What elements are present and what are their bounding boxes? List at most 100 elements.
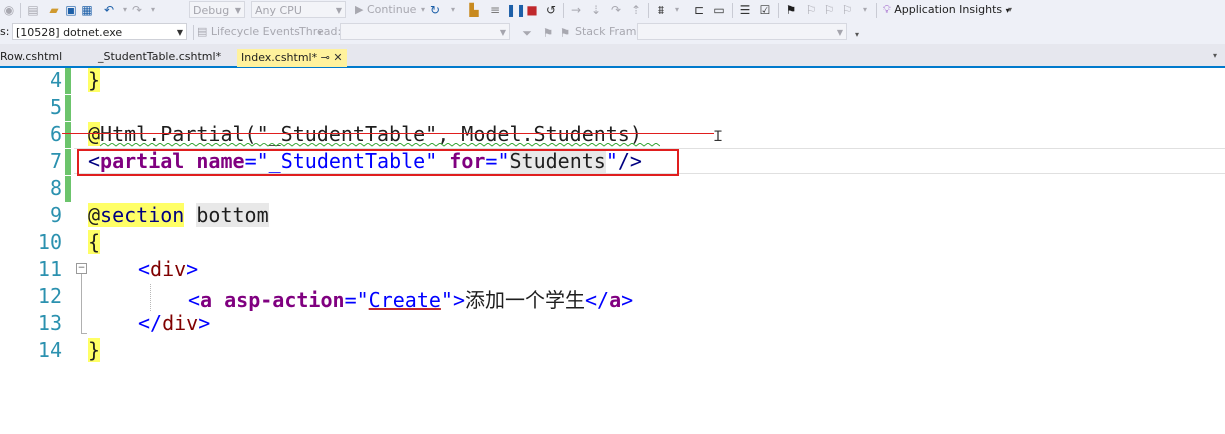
clear-bookmarks-icon[interactable]: ⚐ — [840, 3, 854, 17]
anchor-tag: a — [609, 288, 622, 312]
stop-icon[interactable]: ■ — [525, 3, 539, 17]
prev-bookmark-icon[interactable]: ⚐ — [804, 3, 818, 17]
hex-display-icon[interactable]: ⩩ — [654, 3, 668, 17]
line-number: 6 — [49, 122, 62, 146]
link-text: 添加一个学生 — [465, 288, 585, 312]
razor-at: @ — [88, 122, 101, 146]
solution-config-dropdown[interactable]: Debug ▼ — [189, 1, 245, 18]
toolbar-separator — [193, 25, 194, 40]
tag-bracket: < — [138, 257, 151, 281]
process-label: s: — [0, 25, 10, 38]
quote: " — [440, 288, 453, 312]
step-over-icon[interactable]: ↷ — [609, 3, 623, 17]
toggle-comment-icon[interactable]: ⊏ — [692, 3, 706, 17]
open-folder-icon[interactable]: ▰ — [47, 3, 61, 17]
tab-row-cshtml[interactable]: Row.cshtml — [0, 48, 62, 66]
line-number: 10 — [37, 230, 62, 254]
navigate-forward-icon[interactable]: ◉ — [2, 3, 16, 17]
tag-bracket: </ — [585, 288, 610, 312]
platform-dropdown[interactable]: Any CPU ▼ — [251, 1, 346, 18]
tab-label: Index.cshtml* — [241, 51, 318, 64]
bookmarks-dropdown-icon[interactable]: ▾ — [858, 3, 872, 17]
tag-bracket: > — [198, 311, 211, 335]
code-line-12: <a asp-action="Create">添加一个学生</a> — [188, 284, 633, 313]
tag-bracket: > — [452, 288, 465, 312]
refresh-dropdown-icon[interactable]: ▾ — [446, 3, 460, 17]
pin-icon[interactable]: ⊸ — [321, 51, 330, 64]
toolbar-separator — [563, 3, 564, 18]
code-line-13: </div> — [138, 311, 210, 335]
line-number: 13 — [37, 311, 62, 335]
show-next-statement-icon[interactable]: → — [569, 3, 583, 17]
application-insights-button[interactable]: 💡︎ Application Insights ▾ — [883, 2, 1010, 18]
new-item-icon[interactable]: ▤ — [26, 3, 40, 17]
play-icon: ▶ — [355, 3, 367, 16]
show-flagged-icon[interactable]: ⚑ — [558, 26, 572, 40]
code-line-10: { — [88, 230, 101, 254]
code-line-4: } — [88, 68, 101, 92]
application-insights-label: Application Insights — [894, 3, 1003, 16]
tag-bracket: < — [188, 288, 201, 312]
pause-icon[interactable]: ❚❚ — [506, 3, 526, 17]
collapse-toggle-icon[interactable]: − — [76, 263, 87, 274]
continue-button[interactable]: ▶ Continue — [355, 2, 416, 18]
toolbar-separator — [732, 3, 733, 18]
browser-link-icon[interactable]: ▙ — [467, 3, 481, 17]
step-out-icon[interactable]: ⇡ — [629, 3, 643, 17]
outline-guide — [81, 333, 87, 334]
document-tabs: Row.cshtml _StudentTable.cshtml* Index.c… — [0, 44, 1225, 68]
tab-index-cshtml[interactable]: Index.cshtml* ⊸ ✕ — [237, 49, 347, 67]
process-value: [10528] dotnet.exe — [16, 26, 123, 39]
checklist-icon[interactable]: ☑ — [758, 3, 772, 17]
toolbar-overflow-icon[interactable]: ▾ — [1003, 3, 1017, 17]
change-bar — [65, 122, 71, 148]
redo-dropdown-icon[interactable]: ▾ — [146, 3, 160, 17]
save-icon[interactable]: ▣ — [64, 3, 78, 17]
closing-brace: } — [88, 338, 101, 362]
stack-frame-dropdown[interactable]: ▼ — [637, 23, 847, 40]
lifecycle-events-button[interactable]: ▤ Lifecycle Events — [197, 24, 300, 40]
undo-icon[interactable]: ↶ — [102, 3, 116, 17]
step-into-icon[interactable]: ⇣ — [589, 3, 603, 17]
div-tag: div — [150, 257, 187, 281]
toolbar-separator — [648, 3, 649, 18]
tag-bracket: > — [621, 288, 634, 312]
lifecycle-icon: ▤ — [197, 25, 208, 38]
next-bookmark-icon[interactable]: ⚐ — [822, 3, 836, 17]
line-number: 12 — [37, 284, 62, 308]
code-editor[interactable]: 4 5 6 7 8 9 10 11 12 13 14 − } @Html.Par… — [0, 68, 1225, 434]
tab-studenttable-cshtml[interactable]: _StudentTable.cshtml* — [98, 48, 221, 66]
line-number: 5 — [49, 95, 62, 119]
toolbar-overflow-icon[interactable]: ▾ — [850, 28, 864, 42]
flag-threads-icon[interactable]: ⚑ — [541, 26, 555, 40]
closing-brace: } — [88, 68, 101, 92]
thread-label: Thread: — [299, 25, 342, 38]
line-number: 14 — [37, 338, 62, 362]
code-line-11: <div> — [138, 257, 198, 281]
restart-icon[interactable]: ↺ — [544, 3, 558, 17]
toolbar-separator — [778, 3, 779, 18]
hex-dropdown-icon[interactable]: ▾ — [670, 3, 684, 17]
chevron-down-icon: ▼ — [335, 6, 342, 15]
continue-label: Continue — [366, 3, 417, 16]
line-number: 8 — [49, 176, 62, 200]
close-icon[interactable]: ✕ — [333, 51, 342, 64]
save-all-icon[interactable]: ▦ — [80, 3, 94, 17]
filter-icon[interactable]: ⏷ — [520, 26, 534, 40]
chevron-down-icon: ▼ — [176, 28, 183, 37]
anchor-tag: a — [200, 288, 213, 312]
refresh-icon[interactable]: ↻ — [428, 3, 442, 17]
hot-reload-icon[interactable]: ≡ — [488, 3, 502, 17]
thread-dropdown[interactable]: ▼ — [340, 23, 510, 40]
align-left-icon[interactable]: ☰ — [738, 3, 752, 17]
tab-overflow-icon[interactable]: ▾ — [1208, 49, 1222, 63]
outline-guide — [81, 274, 82, 334]
process-dropdown[interactable]: [10528] dotnet.exe ▼ — [12, 23, 187, 40]
redo-icon[interactable]: ↷ — [130, 3, 144, 17]
bookmarks-icon[interactable]: ▭ — [712, 3, 726, 17]
bookmark-icon[interactable]: ⚑ — [784, 3, 798, 17]
change-bar — [65, 176, 71, 202]
razor-at: @ — [88, 203, 101, 227]
